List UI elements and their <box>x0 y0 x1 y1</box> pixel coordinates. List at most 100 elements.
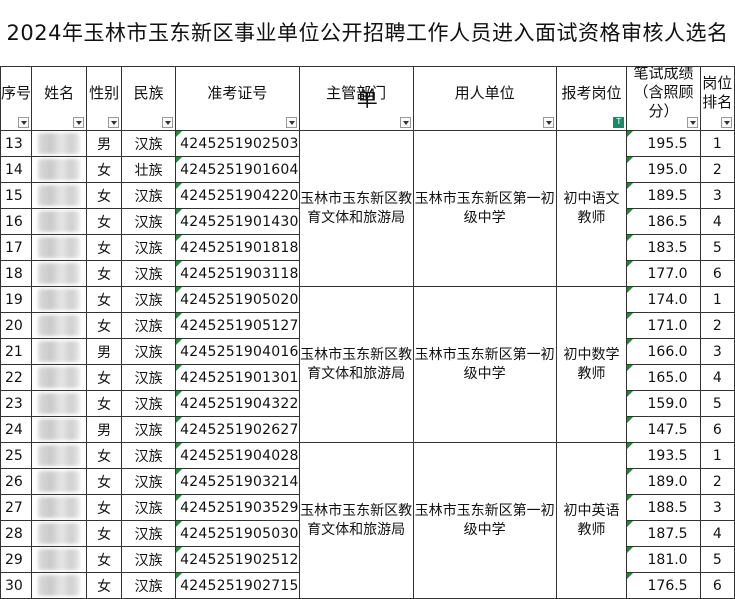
ethnicity-cell[interactable]: 汉族 <box>120 338 177 365</box>
gender-cell[interactable]: 女 <box>86 156 122 183</box>
gender-cell[interactable]: 女 <box>86 312 122 339</box>
score-cell[interactable]: 181.0 <box>626 546 701 573</box>
serial-cell[interactable]: 18 <box>0 260 33 287</box>
name-cell-redacted[interactable] <box>31 208 88 235</box>
score-cell[interactable]: 193.5 <box>626 442 701 469</box>
exam-id-cell[interactable]: 4245251902627 <box>175 416 300 443</box>
header-position[interactable]: 报考岗位 <box>555 66 628 131</box>
position-cell[interactable]: 初中英语教师 <box>555 442 628 599</box>
exam-id-cell[interactable]: 4245251902715 <box>175 572 300 599</box>
filter-dropdown-icon[interactable] <box>399 117 411 128</box>
position-cell[interactable]: 初中数学教师 <box>555 286 628 443</box>
ethnicity-cell[interactable]: 壮族 <box>120 156 177 183</box>
employer-cell[interactable]: 玉林市玉东新区第一初级中学 <box>412 442 557 599</box>
exam-id-cell[interactable]: 4245251904028 <box>175 442 300 469</box>
table-row[interactable]: 25 女汉族 4245251904028 玉林市玉东新区教育文体和旅游局 玉林市玉东新区… <box>0 442 735 599</box>
employer-cell[interactable]: 玉林市玉东新区第一初级中学 <box>412 130 557 287</box>
serial-cell[interactable]: 17 <box>0 234 33 261</box>
ethnicity-cell[interactable]: 汉族 <box>120 182 177 209</box>
filter-dropdown-icon[interactable] <box>285 117 297 128</box>
exam-id-cell[interactable]: 4245251904016 <box>175 338 300 365</box>
ethnicity-cell[interactable]: 汉族 <box>120 234 177 261</box>
gender-cell[interactable]: 女 <box>86 546 122 573</box>
department-cell[interactable]: 玉林市玉东新区教育文体和旅游局 <box>298 130 414 287</box>
score-cell[interactable]: 174.0 <box>626 286 701 313</box>
ethnicity-cell[interactable]: 汉族 <box>120 416 177 443</box>
department-cell[interactable]: 玉林市玉东新区教育文体和旅游局 <box>298 442 414 599</box>
gender-cell[interactable]: 男 <box>86 130 122 157</box>
serial-cell[interactable]: 16 <box>0 208 33 235</box>
position-cell[interactable]: 初中语文教师 <box>555 130 628 287</box>
rank-cell[interactable]: 2 <box>699 468 735 495</box>
exam-id-cell[interactable]: 4245251905030 <box>175 520 300 547</box>
rank-cell[interactable]: 6 <box>699 260 735 287</box>
ethnicity-cell[interactable]: 汉族 <box>120 572 177 599</box>
name-cell-redacted[interactable] <box>31 364 88 391</box>
rank-cell[interactable]: 2 <box>699 156 735 183</box>
filter-active-icon[interactable] <box>613 117 625 128</box>
rank-cell[interactable]: 3 <box>699 182 735 209</box>
ethnicity-cell[interactable]: 汉族 <box>120 260 177 287</box>
serial-cell[interactable]: 26 <box>0 468 33 495</box>
score-cell[interactable]: 195.5 <box>626 130 701 157</box>
serial-cell[interactable]: 30 <box>0 572 33 599</box>
serial-cell[interactable]: 20 <box>0 312 33 339</box>
gender-cell[interactable]: 女 <box>86 468 122 495</box>
ethnicity-cell[interactable]: 汉族 <box>120 286 177 313</box>
name-cell-redacted[interactable] <box>31 130 88 157</box>
name-cell-redacted[interactable] <box>31 182 88 209</box>
rank-cell[interactable]: 1 <box>699 442 735 469</box>
employer-cell[interactable]: 玉林市玉东新区第一初级中学 <box>412 286 557 443</box>
ethnicity-cell[interactable]: 汉族 <box>120 494 177 521</box>
score-cell[interactable]: 166.0 <box>626 338 701 365</box>
gender-cell[interactable]: 女 <box>86 182 122 209</box>
ethnicity-cell[interactable]: 汉族 <box>120 208 177 235</box>
name-cell-redacted[interactable] <box>31 156 88 183</box>
serial-cell[interactable]: 14 <box>0 156 33 183</box>
exam-id-cell[interactable]: 4245251901818 <box>175 234 300 261</box>
ethnicity-cell[interactable]: 汉族 <box>120 130 177 157</box>
ethnicity-cell[interactable]: 汉族 <box>120 520 177 547</box>
serial-cell[interactable]: 21 <box>0 338 33 365</box>
header-rank[interactable]: 岗位排名 <box>699 66 735 131</box>
exam-id-cell[interactable]: 4245251905020 <box>175 286 300 313</box>
score-cell[interactable]: 189.0 <box>626 468 701 495</box>
serial-cell[interactable]: 19 <box>0 286 33 313</box>
serial-cell[interactable]: 13 <box>0 130 33 157</box>
rank-cell[interactable]: 5 <box>699 546 735 573</box>
table-row[interactable]: 13 男汉族 4245251902503 玉林市玉东新区教育文体和旅游局 玉林市玉东新区… <box>0 130 735 287</box>
ethnicity-cell[interactable]: 汉族 <box>120 468 177 495</box>
score-cell[interactable]: 147.5 <box>626 416 701 443</box>
ethnicity-cell[interactable]: 汉族 <box>120 364 177 391</box>
rank-cell[interactable]: 5 <box>699 390 735 417</box>
score-cell[interactable]: 186.5 <box>626 208 701 235</box>
name-cell-redacted[interactable] <box>31 468 88 495</box>
gender-cell[interactable]: 女 <box>86 364 122 391</box>
rank-cell[interactable]: 3 <box>699 494 735 521</box>
name-cell-redacted[interactable] <box>31 520 88 547</box>
serial-cell[interactable]: 24 <box>0 416 33 443</box>
name-cell-redacted[interactable] <box>31 338 88 365</box>
filter-dropdown-icon[interactable] <box>721 117 732 128</box>
name-cell-redacted[interactable] <box>31 572 88 599</box>
header-department[interactable]: 主管部门 <box>298 66 414 131</box>
table-row[interactable]: 19 女汉族 4245251905020 玉林市玉东新区教育文体和旅游局 玉林市玉东新区… <box>0 286 735 443</box>
serial-cell[interactable]: 25 <box>0 442 33 469</box>
rank-cell[interactable]: 6 <box>699 572 735 599</box>
score-cell[interactable]: 165.0 <box>626 364 701 391</box>
serial-cell[interactable]: 28 <box>0 520 33 547</box>
header-score[interactable]: 笔试成绩（含照顾分） <box>626 66 701 131</box>
rank-cell[interactable]: 1 <box>699 286 735 313</box>
exam-id-cell[interactable]: 4245251903529 <box>175 494 300 521</box>
gender-cell[interactable]: 女 <box>86 494 122 521</box>
gender-cell[interactable]: 女 <box>86 572 122 599</box>
exam-id-cell[interactable]: 4245251902512 <box>175 546 300 573</box>
name-cell-redacted[interactable] <box>31 312 88 339</box>
ethnicity-cell[interactable]: 汉族 <box>120 390 177 417</box>
header-employer[interactable]: 用人单位 <box>412 66 557 131</box>
filter-dropdown-icon[interactable] <box>162 117 174 128</box>
gender-cell[interactable]: 男 <box>86 416 122 443</box>
rank-cell[interactable]: 4 <box>699 520 735 547</box>
gender-cell[interactable]: 女 <box>86 260 122 287</box>
serial-cell[interactable]: 22 <box>0 364 33 391</box>
